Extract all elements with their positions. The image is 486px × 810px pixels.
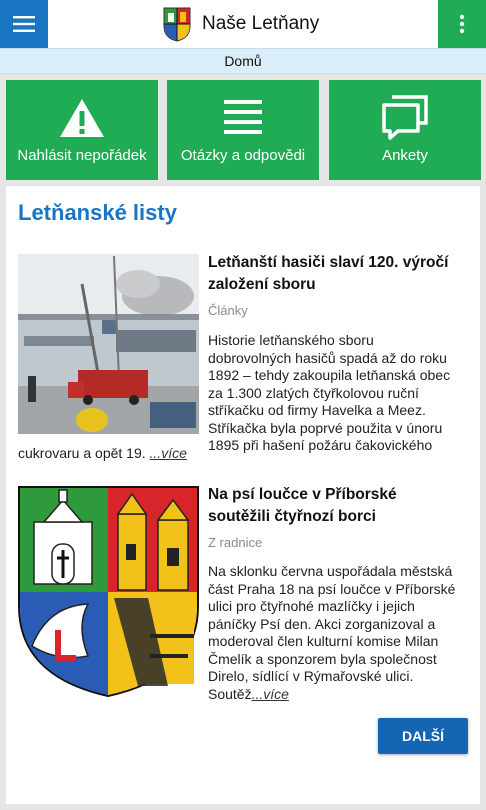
tile-report-mess[interactable]: Nahlásit nepořádek [6, 80, 158, 180]
article-title[interactable]: Letňanští hasiči slaví 120. výročí založ… [208, 252, 470, 296]
tile-faq[interactable]: Otázky a odpovědi [167, 80, 319, 180]
article-excerpt: Na sklonku června uspořádala městská čás… [208, 563, 456, 702]
article-category: Články [208, 303, 248, 318]
list-icon [224, 100, 262, 134]
hamburger-menu-icon [13, 16, 35, 32]
read-more-link[interactable]: ...více [252, 686, 289, 702]
app-title: Naše Letňany [202, 13, 320, 34]
news-card: Letňanské listy Letňanští hasiči slaví 1 [6, 186, 480, 804]
tile-label: Nahlásit nepořádek [17, 147, 147, 164]
more-options-button[interactable] [438, 0, 486, 48]
article-excerpt-tail: cukrovaru a opět 19. ...více [18, 445, 187, 461]
app-bar: Naše Letňany [0, 0, 486, 48]
article-title[interactable]: Na psí loučce v Příborské soutěžili čtyř… [208, 484, 470, 528]
read-more-link[interactable]: ...více [150, 445, 187, 461]
tile-label: Otázky a odpovědi [180, 147, 306, 164]
article-thumbnail-coat-of-arms[interactable] [18, 486, 199, 698]
tile-label: Ankety [382, 147, 428, 164]
warning-icon [60, 99, 104, 137]
chat-icon [382, 95, 428, 140]
menu-button[interactable] [0, 0, 48, 48]
coat-of-arms-logo [163, 7, 191, 42]
article-excerpt: Historie letňanského sboru dobrovolných … [208, 332, 451, 453]
section-title: Letňanské listy [18, 200, 177, 225]
breadcrumb[interactable]: Domů [0, 48, 486, 74]
next-page-button[interactable]: DALŠÍ [378, 718, 468, 754]
tile-polls[interactable]: Ankety [329, 80, 481, 180]
article-category: Z radnice [208, 535, 263, 550]
app-brand: Naše Letňany [162, 6, 319, 42]
article-thumbnail-fire-photo[interactable] [18, 254, 199, 434]
vertical-dots-icon [459, 14, 465, 34]
